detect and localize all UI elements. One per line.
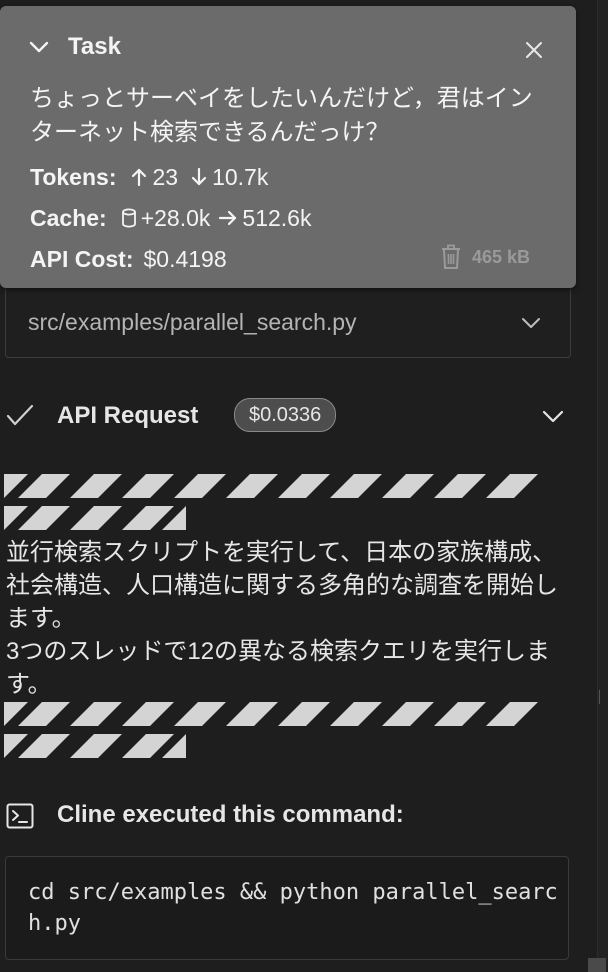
file-path-row[interactable]: src/examples/parallel_search.py [5,289,571,358]
trash-icon [440,244,462,270]
tokens-up-value: 23 [152,163,179,190]
cost-row: API Cost: $0.4198 [30,244,227,274]
cache-read-value: 512.6k [242,204,312,231]
message-paragraph: 3つのスレッドで12の異なる検索クエリを実行します。 [6,638,551,698]
thinking-stripes-bottom [4,700,552,765]
command-header: Cline executed this command: [0,798,576,834]
close-icon [525,41,543,64]
arrow-right-icon [218,210,238,226]
task-title: Task [68,33,121,60]
api-request-label: API Request [57,402,199,429]
scrollbar-track[interactable] [597,0,608,972]
message-paragraph: 並行検索スクリプトを実行して、日本の家族構成、社会構造、人口構造に関する多角的な… [6,539,558,632]
api-request-row[interactable]: API Request $0.0336 [0,396,576,436]
task-panel: Task ちょっとサーベイをしたいんだけど，君はインターネット検索できるんだっけ… [0,6,576,288]
terminal-icon [6,802,34,835]
arrow-up-icon [130,167,148,187]
delete-task-button[interactable]: 465 kB [440,242,530,272]
thinking-stripes-top [4,472,552,537]
scrollbar-thumb[interactable] [588,958,606,972]
database-icon [121,208,137,228]
command-code-block: cd src/examples && python parallel_searc… [5,856,569,960]
command-title: Cline executed this command: [57,801,404,828]
api-cost-value: $0.4198 [143,245,227,272]
task-header[interactable]: Task [28,32,121,62]
api-cost-label: API Cost: [30,245,134,272]
assistant-message: 並行検索スクリプトを実行して、日本の家族構成、社会構造、人口構造に関する多角的な… [6,536,566,701]
chevron-down-icon[interactable] [540,404,566,428]
tokens-label: Tokens: [30,163,117,190]
cache-row: Cache: +28.0k 512.6k [30,203,311,233]
tokens-down-value: 10.7k [212,163,269,190]
command-code: cd src/examples && python parallel_searc… [28,880,558,936]
task-size: 465 kB [472,246,531,267]
api-request-cost-badge: $0.0336 [234,398,337,432]
arrow-down-icon [190,167,208,187]
cache-label: Cache: [30,204,107,231]
cache-write-value: +28.0k [140,204,211,231]
tokens-row: Tokens: 23 10.7k [30,162,268,192]
file-path: src/examples/parallel_search.py [28,309,357,335]
close-button[interactable] [520,38,548,66]
check-icon [6,404,34,433]
chevron-down-icon[interactable] [518,311,544,335]
task-message: ちょっとサーベイをしたいんだけど，君はインターネット検索できるんだっけ？ [30,85,533,146]
chevron-down-icon[interactable] [28,36,50,58]
scrollbar-marker [599,690,600,704]
